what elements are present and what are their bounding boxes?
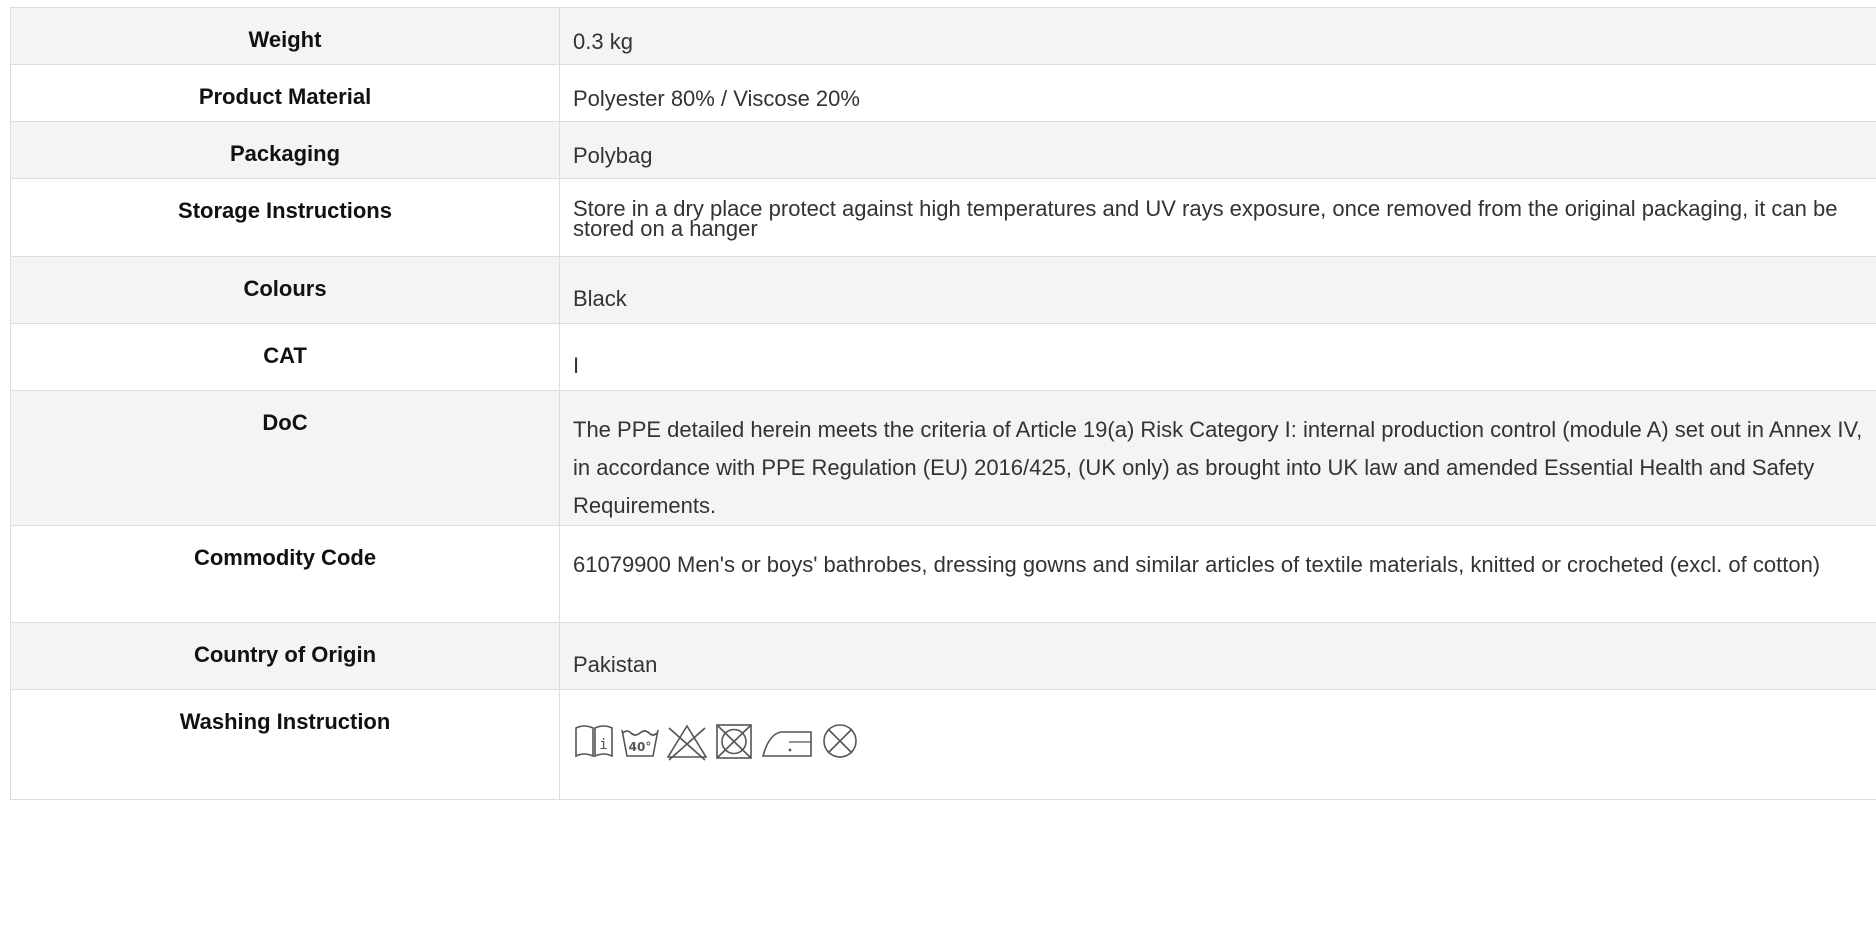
read-instructions-letter: i xyxy=(599,737,607,753)
spec-value: Pakistan xyxy=(559,622,1876,690)
spec-row-commodity-code: Commodity Code 61079900 Men's or boys' b… xyxy=(10,525,1876,623)
spec-row-doc: DoC The PPE detailed herein meets the cr… xyxy=(10,390,1876,526)
spec-value: Store in a dry place protect against hig… xyxy=(559,178,1876,257)
care-symbols: i 40° xyxy=(573,700,1875,762)
read-instructions-icon: i xyxy=(575,725,613,758)
do-not-tumble-dry-icon xyxy=(716,724,752,759)
spec-value: Polyester 80% / Viscose 20% xyxy=(559,64,1876,122)
product-spec-table: Weight 0.3 kg Product Material Polyester… xyxy=(10,7,1876,800)
iron-low-heat-icon xyxy=(761,731,812,757)
spec-label: Colours xyxy=(10,256,560,324)
spec-row-product-material: Product Material Polyester 80% / Viscose… xyxy=(10,64,1876,122)
spec-value: i 40° xyxy=(559,689,1876,800)
spec-row-colours: Colours Black xyxy=(10,256,1876,324)
spec-row-weight: Weight 0.3 kg xyxy=(10,7,1876,65)
spec-row-storage-instructions: Storage Instructions Store in a dry plac… xyxy=(10,178,1876,257)
spec-value: Polybag xyxy=(559,121,1876,179)
spec-value: 61079900 Men's or boys' bathrobes, dress… xyxy=(559,525,1876,623)
spec-label: Packaging xyxy=(10,121,560,179)
spec-value: I xyxy=(559,323,1876,391)
spec-value: The PPE detailed herein meets the criter… xyxy=(559,390,1876,526)
spec-label: Weight xyxy=(10,7,560,65)
wash-40-icon: 40° xyxy=(621,729,659,757)
do-not-bleach-icon xyxy=(666,724,708,761)
spec-label: Washing Instruction xyxy=(10,689,560,800)
spec-label: Product Material xyxy=(10,64,560,122)
spec-label: DoC xyxy=(10,390,560,526)
spec-label: Country of Origin xyxy=(10,622,560,690)
spec-label: Commodity Code xyxy=(10,525,560,623)
spec-row-packaging: Packaging Polybag xyxy=(10,121,1876,179)
spec-row-cat: CAT I xyxy=(10,323,1876,391)
spec-row-country-of-origin: Country of Origin Pakistan xyxy=(10,622,1876,690)
wash-temperature: 40° xyxy=(629,740,652,754)
do-not-dry-clean-icon xyxy=(823,724,857,758)
spec-value: 0.3 kg xyxy=(559,7,1876,65)
spec-label: Storage Instructions xyxy=(10,178,560,257)
spec-row-washing-instruction: Washing Instruction i 40° xyxy=(10,689,1876,800)
spec-label: CAT xyxy=(10,323,560,391)
spec-value: Black xyxy=(559,256,1876,324)
